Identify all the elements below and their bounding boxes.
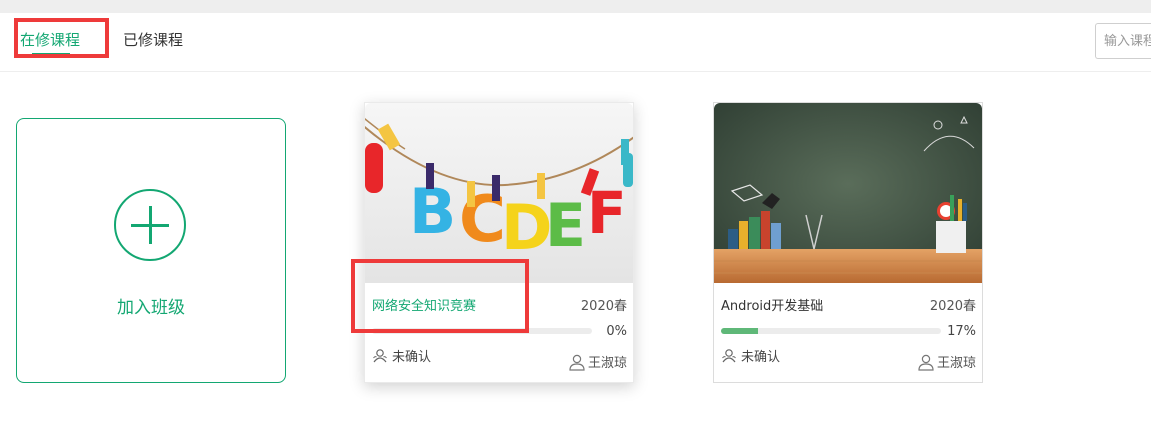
course-term: 2020春 xyxy=(580,299,627,314)
teacher-name: 王淑琼 xyxy=(917,352,976,371)
teacher-text: 王淑琼 xyxy=(587,356,627,371)
user-group-icon xyxy=(722,349,736,363)
alphabet-banner-image: B C D E F xyxy=(365,103,633,283)
status-text: 未确认 xyxy=(741,350,781,365)
course-cover-image: B C D E F xyxy=(365,103,633,283)
teacher-text: 王淑琼 xyxy=(936,356,976,371)
teacher-name: 王淑琼 xyxy=(568,352,627,371)
progress-bar-fill xyxy=(721,328,759,334)
highlight-box-tab xyxy=(14,18,109,58)
tab-completed-courses-label: 已修课程 xyxy=(123,31,184,49)
chalkboard-desk-image xyxy=(714,103,982,283)
progress-percent: 0% xyxy=(606,324,627,339)
confirmation-status: 未确认 xyxy=(721,346,780,365)
plus-icon xyxy=(114,189,186,261)
progress-bar xyxy=(721,328,941,334)
join-class-label: 加入班级 xyxy=(117,298,185,318)
course-search-input[interactable] xyxy=(1095,23,1151,59)
join-class-card[interactable]: 加入班级 xyxy=(16,118,286,383)
tab-bar: 在修课程 已修课程 xyxy=(0,13,1151,72)
svg-text:F: F xyxy=(587,179,627,247)
tab-completed-courses[interactable]: 已修课程 xyxy=(123,29,183,50)
confirmation-status: 未确认 xyxy=(372,346,431,365)
course-card[interactable]: Android开发基础 2020春 17% 未确认 王淑琼 xyxy=(713,102,983,383)
person-icon xyxy=(569,354,585,371)
user-group-icon xyxy=(373,349,387,363)
course-card[interactable]: B C D E F 网络安全知识竞赛 2020春 0% 未确认 王淑琼 xyxy=(364,102,634,383)
course-cover-image xyxy=(714,103,982,283)
person-icon xyxy=(918,354,934,371)
progress-percent: 17% xyxy=(947,324,976,339)
course-term: 2020春 xyxy=(929,299,976,314)
course-name: Android开发基础 xyxy=(721,299,824,314)
highlight-box-course xyxy=(351,259,529,333)
top-strip xyxy=(0,0,1151,13)
status-text: 未确认 xyxy=(392,350,432,365)
svg-text:E: E xyxy=(545,191,586,261)
